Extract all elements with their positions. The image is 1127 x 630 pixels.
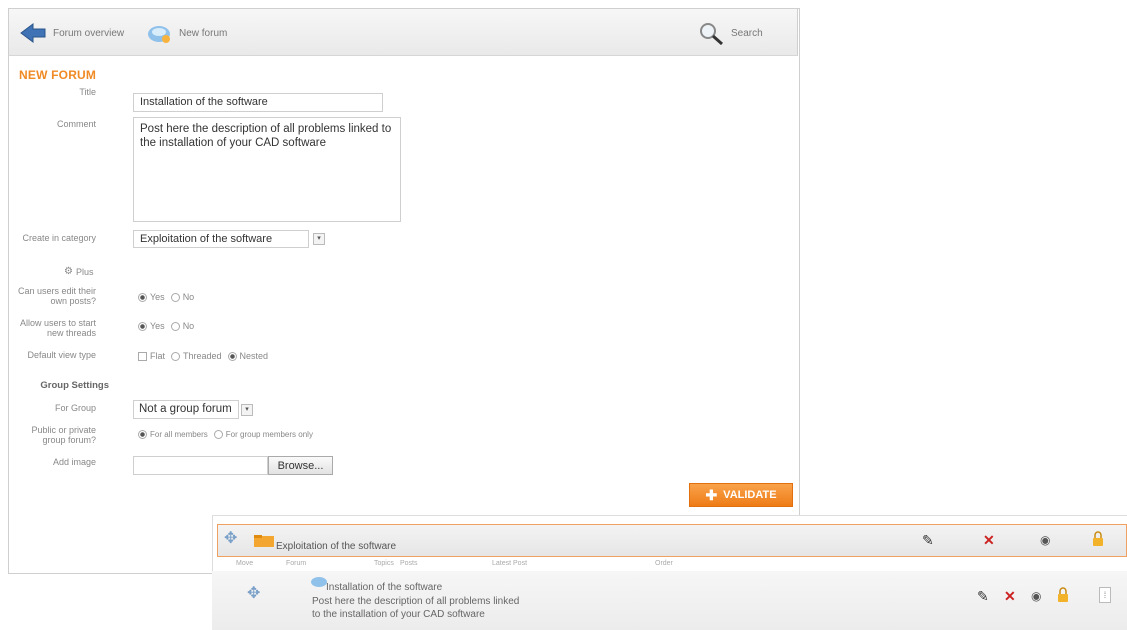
start-threads-label: Allow users to start new threads	[19, 318, 96, 338]
forum-overview-label: Forum overview	[53, 27, 125, 39]
column-headers: Move Forum Topics Posts Latest Post Orde…	[236, 560, 695, 567]
forum-title[interactable]: Installation of the software	[326, 582, 442, 593]
comment-label: Comment	[56, 119, 96, 129]
back-arrow-icon	[20, 23, 46, 43]
edit-posts-label: Can users edit their own posts?	[17, 286, 96, 306]
public-private-label: Public or private group forum?	[31, 425, 96, 445]
forum-row[interactable]: ✥ Installation of the software Post here…	[212, 571, 1127, 630]
yes-label: Yes	[150, 321, 165, 331]
chevron-down-icon: ▾	[241, 403, 253, 416]
category-name[interactable]: Exploitation of the software	[276, 541, 396, 552]
forum-desc-line2: to the installation of your CAD software	[312, 609, 485, 620]
col-forum: Forum	[286, 560, 307, 567]
start-threads-no-radio[interactable]	[170, 321, 180, 331]
folder-icon	[254, 535, 274, 547]
order-icon[interactable]: ⁞	[1099, 587, 1111, 603]
lock-icon[interactable]	[1057, 587, 1069, 603]
edit-posts-yes-radio[interactable]	[138, 292, 147, 302]
col-latest-post: Latest Post	[492, 560, 528, 567]
move-icon[interactable]: ✥	[247, 586, 260, 602]
validate-label: VALIDATE	[723, 489, 777, 501]
group-settings-heading: Group Settings	[40, 380, 109, 391]
title-label: Title	[79, 87, 96, 97]
start-threads-yes-radio[interactable]	[138, 321, 147, 331]
category-select[interactable]: Exploitation of the software ▾	[133, 230, 325, 248]
col-order: Order	[655, 560, 673, 567]
for-group-select[interactable]: Not a group forum ▾	[133, 400, 253, 419]
new-forum-panel	[8, 8, 800, 574]
search-label: Search	[731, 27, 763, 39]
view-type-label: Default view type	[27, 350, 96, 360]
plus-label: Plus	[75, 266, 94, 277]
col-move: Move	[236, 560, 254, 567]
view-type-options: Flat Threaded Nested	[138, 351, 268, 361]
browse-button[interactable]: Browse...	[268, 456, 333, 475]
move-icon[interactable]: ✥	[224, 531, 237, 547]
col-topics: Topics	[374, 560, 394, 567]
new-forum-icon	[148, 26, 170, 43]
chevron-down-icon: ▾	[313, 233, 325, 245]
edit-icon[interactable]: ✎	[977, 589, 989, 603]
new-forum-button[interactable]: New forum	[145, 21, 227, 45]
search-icon	[700, 23, 723, 45]
start-threads-options: Yes No	[138, 321, 194, 331]
all-members-label: For all members	[150, 430, 208, 439]
delete-icon[interactable]: ✕	[983, 533, 995, 547]
no-label: No	[182, 292, 195, 302]
threaded-label: Threaded	[183, 351, 222, 361]
settings-icon: ⚙	[64, 266, 73, 277]
nested-radio[interactable]	[227, 351, 237, 361]
group-members-label: For group members only	[225, 430, 313, 439]
flat-label: Flat	[150, 351, 166, 361]
visibility-icon[interactable]: ◉	[1031, 589, 1041, 603]
image-file-input[interactable]	[133, 456, 268, 475]
public-private-options: For all members For group members only	[138, 430, 313, 439]
search-button[interactable]: Search	[697, 21, 763, 45]
new-forum-label: New forum	[179, 27, 228, 39]
for-group-select-value: Not a group forum	[133, 400, 239, 419]
delete-icon[interactable]: ✕	[1004, 589, 1016, 603]
nested-label: Nested	[239, 351, 269, 361]
flat-radio[interactable]	[138, 351, 147, 361]
plus-toggle[interactable]: ⚙ Plus	[64, 266, 93, 277]
forum-desc-line1: Post here the description of all problem…	[312, 596, 520, 607]
plus-icon: ✚	[705, 487, 718, 503]
visibility-icon[interactable]: ◉	[1040, 533, 1050, 547]
title-input[interactable]: Installation of the software	[133, 93, 383, 112]
edit-posts-options: Yes No	[138, 292, 194, 302]
category-select-value: Exploitation of the software	[133, 230, 309, 248]
validate-button[interactable]: ✚ VALIDATE	[689, 483, 793, 507]
edit-posts-no-radio[interactable]	[170, 292, 180, 302]
add-image-label: Add image	[52, 457, 96, 467]
toolbar: Forum overview New forum Search	[8, 8, 798, 56]
page-title: NEW FORUM	[19, 68, 97, 82]
yes-label: Yes	[150, 292, 165, 302]
col-posts: Posts	[400, 560, 418, 567]
comment-textarea[interactable]: Post here the description of all problem…	[133, 117, 401, 222]
for-group-label: For Group	[54, 403, 96, 413]
forum-overview-button[interactable]: Forum overview	[19, 21, 124, 45]
lock-icon[interactable]	[1092, 531, 1104, 547]
threaded-radio[interactable]	[171, 351, 181, 361]
category-label: Create in category	[22, 233, 96, 243]
category-row[interactable]: ✥ Exploitation of the software ✎ ✕ ◉	[217, 524, 1127, 557]
edit-icon[interactable]: ✎	[922, 533, 934, 547]
no-label: No	[182, 321, 195, 331]
group-members-radio[interactable]	[213, 430, 223, 439]
all-members-radio[interactable]	[138, 430, 147, 439]
